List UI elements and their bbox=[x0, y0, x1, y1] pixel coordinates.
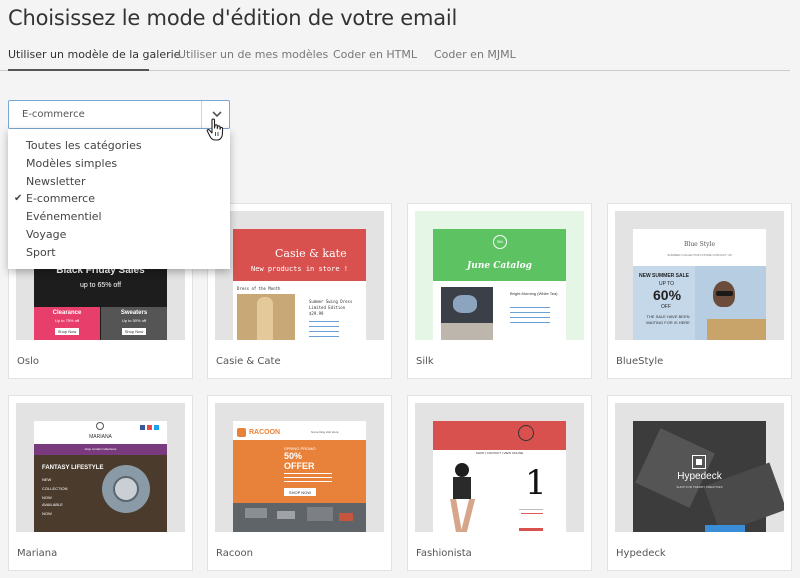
dropdown-option-events[interactable]: Evénementiel bbox=[8, 208, 230, 226]
template-name: Casie & Cate bbox=[216, 356, 281, 367]
template-name: Racoon bbox=[216, 548, 253, 559]
active-tab-underline bbox=[8, 69, 149, 71]
template-preview-casie-cate: Casie & kate New products in store ! Dre… bbox=[215, 211, 384, 340]
hand-pointer-icon bbox=[206, 118, 224, 141]
template-preview-mariana: MARIANA shop contact collections FANTASY… bbox=[16, 403, 185, 532]
tab-code-mjml[interactable]: Coder en MJML bbox=[434, 48, 516, 61]
dropdown-option-all[interactable]: Toutes les catégories bbox=[8, 137, 230, 155]
template-card-casie-cate[interactable]: Casie & kate New products in store ! Dre… bbox=[207, 203, 392, 379]
template-preview-racoon: RACOON home blog visit store SPRING PROM… bbox=[215, 403, 384, 532]
template-preview-hypedeck: Hypedeck SHOP FOR TRENDY CREATIVES bbox=[615, 403, 784, 532]
template-name: Fashionista bbox=[416, 548, 472, 559]
category-dropdown-menu: Toutes les catégories Modèles simples Ne… bbox=[8, 129, 230, 269]
template-card-hypedeck[interactable]: Hypedeck SHOP FOR TRENDY CREATIVES Hyped… bbox=[607, 395, 792, 571]
tab-gallery-templates[interactable]: Utiliser un modèle de la galerie bbox=[8, 48, 180, 61]
template-card-bluestyle[interactable]: Blue Style SUMMER COLLECTION STORE CONTA… bbox=[607, 203, 792, 379]
tab-code-html[interactable]: Coder en HTML bbox=[333, 48, 417, 61]
check-icon: ✔ bbox=[14, 193, 23, 205]
template-card-silk[interactable]: Silk June Catalog Bright Morning (White … bbox=[407, 203, 592, 379]
category-select[interactable]: E-commerce bbox=[8, 100, 230, 129]
select-separator bbox=[201, 101, 202, 128]
template-preview-bluestyle: Blue Style SUMMER COLLECTION STORE CONTA… bbox=[615, 211, 784, 340]
template-card-fashionista[interactable]: SHOP | CONTACT | VIEW ONLINE 1 Fashionis… bbox=[407, 395, 592, 571]
dropdown-option-ecommerce[interactable]: ✔ E-commerce bbox=[8, 190, 230, 208]
category-select-value: E-commerce bbox=[22, 109, 85, 120]
dropdown-option-simple[interactable]: Modèles simples bbox=[8, 155, 230, 173]
dropdown-option-sport[interactable]: Sport bbox=[8, 244, 230, 262]
page-title: Choisissez le mode d'édition de votre em… bbox=[8, 6, 458, 30]
template-name: Silk bbox=[416, 356, 434, 367]
template-card-mariana[interactable]: MARIANA shop contact collections FANTASY… bbox=[8, 395, 193, 571]
dropdown-option-travel[interactable]: Voyage bbox=[8, 226, 230, 244]
template-name: Oslo bbox=[17, 356, 39, 367]
template-card-racoon[interactable]: RACOON home blog visit store SPRING PROM… bbox=[207, 395, 392, 571]
template-name: Hypedeck bbox=[616, 548, 666, 559]
mode-tabs: Utiliser un modèle de la galerie Utilise… bbox=[0, 44, 790, 71]
template-preview-silk: Silk June Catalog Bright Morning (White … bbox=[415, 211, 584, 340]
template-name: Mariana bbox=[17, 548, 58, 559]
template-name: BlueStyle bbox=[616, 356, 664, 367]
template-preview-fashionista: SHOP | CONTACT | VIEW ONLINE 1 bbox=[415, 403, 584, 532]
tab-my-templates[interactable]: Utiliser un de mes modèles bbox=[178, 48, 328, 61]
dropdown-option-newsletter[interactable]: Newsletter bbox=[8, 173, 230, 191]
